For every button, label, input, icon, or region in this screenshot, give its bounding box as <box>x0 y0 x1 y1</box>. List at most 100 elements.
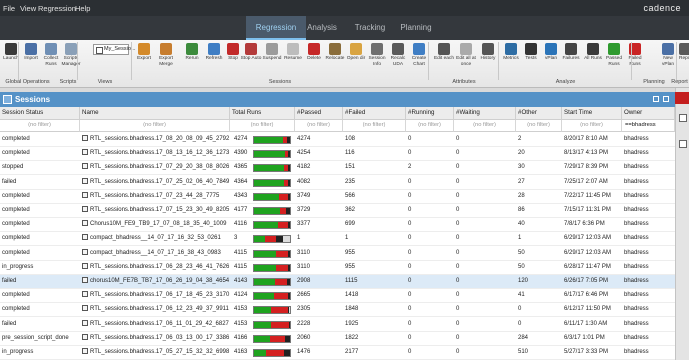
filter-cell[interactable]: (no filter) <box>230 120 295 132</box>
cell-owner: bhadress <box>622 332 675 346</box>
failed-fill <box>274 293 288 300</box>
collect-runs-button[interactable]: Collect Runs <box>40 42 62 76</box>
cell-start: 6/3/17 1:01 PM <box>562 332 622 346</box>
table-row[interactable]: completed compact_bhadress__14_07_17_16_3… <box>0 247 675 261</box>
reports-button[interactable]: Reports <box>679 42 689 76</box>
column-header-other[interactable]: #Other <box>516 107 562 120</box>
group-label: Report <box>671 79 688 85</box>
scripts-manager-button[interactable]: Scripts Manager <box>60 42 82 76</box>
group-label: Attributes <box>452 79 476 85</box>
cell-text: 4274 <box>234 136 248 142</box>
cell-start: 8/20/17 8:10 AM <box>562 133 622 147</box>
cell-text: 0 <box>408 136 412 142</box>
cell-text: 4153 <box>234 320 248 327</box>
edit-each-button[interactable]: Edit each <box>433 42 455 76</box>
filter-cell[interactable]: (no filter) <box>406 120 454 132</box>
column-header-failed[interactable]: #Failed <box>343 107 406 120</box>
history-button[interactable]: History <box>477 42 499 76</box>
cell-name: Chorus10M_FE9_TB9_17_07_08_18_35_40_1009 <box>80 218 230 232</box>
column-header-owner[interactable]: Owner <box>622 107 675 120</box>
column-header-name[interactable]: Name <box>80 107 230 120</box>
export-button[interactable]: Export <box>133 42 155 76</box>
export-merge-button[interactable]: Export Merge <box>155 42 177 76</box>
table-row[interactable]: completed RTL_sessions.bhadress.17_06_17_… <box>0 289 675 304</box>
rail-view-icon[interactable] <box>679 114 687 122</box>
passed-fill <box>254 151 285 158</box>
table-row[interactable]: completed RTL_sessions.bhadress.17_07_23_… <box>0 190 675 204</box>
views-select[interactable]: My_Sessio... <box>93 44 135 55</box>
filter-cell[interactable]: (no filter) <box>80 120 230 132</box>
table-row[interactable]: completed Chorus10M_FE9_TB9_17_07_08_18_3… <box>0 218 675 233</box>
progress-bar <box>253 150 291 159</box>
rerun-button[interactable]: Rerun <box>181 42 203 76</box>
edit-all-at-once-button[interactable]: Edit all at once <box>455 42 477 76</box>
delete-button[interactable]: Delete <box>303 42 325 76</box>
filter-cell[interactable]: (no filter) <box>0 120 80 132</box>
table-row[interactable]: failed RTL_sessions.bhadress.17_07_25_02_… <box>0 176 675 190</box>
cell-text: RTL_sessions.bhadress.17_06_03_13_00_17_… <box>90 334 230 341</box>
tab-planning[interactable]: Planning <box>386 16 446 40</box>
column-header-passed[interactable]: #Passed <box>295 107 343 120</box>
table-row[interactable]: completed RTL_sessions.bhadress.17_07_15_… <box>0 204 675 218</box>
stop-auto-button[interactable]: Stop Auto <box>240 42 262 76</box>
cell-other: 2 <box>516 133 562 147</box>
column-header-start-time[interactable]: Start Time <box>562 107 622 120</box>
create-chart-button[interactable]: Create Chart <box>408 42 430 76</box>
all-runs-button[interactable]: All Runs <box>582 42 604 76</box>
table-row[interactable]: completed RTL_sessions.bhadress.17_06_12_… <box>0 303 675 318</box>
table-row[interactable]: stopped RTL_sessions.bhadress.17_07_29_20… <box>0 161 675 176</box>
metrics-button[interactable]: Metrics <box>500 42 522 76</box>
cell-text: 4082 <box>297 178 311 185</box>
suspend-button[interactable]: Suspend <box>261 42 283 76</box>
table-row[interactable]: completed compact_bhadress__14_07_17_16_3… <box>0 232 675 247</box>
filter-cell[interactable]: (no filter) <box>516 120 562 132</box>
filter-cell[interactable]: ==bhadress <box>622 120 675 132</box>
cell-fail: 1925 <box>343 318 406 332</box>
cell-text: bhadress <box>624 150 649 157</box>
filter-cell[interactable]: (no filter) <box>295 120 343 132</box>
other-fill <box>288 165 290 172</box>
column-header-session-status[interactable]: Session Status <box>0 107 80 120</box>
column-header-total-runs[interactable]: Total Runs <box>230 107 295 120</box>
rail-collapse-icon[interactable] <box>675 92 689 104</box>
vplan-button[interactable]: vPlan <box>540 42 562 76</box>
cell-text: RTL_sessions.bhadress.17_08_13_16_12_36_… <box>90 150 230 157</box>
sessions-grid: Session Status Name Total Runs #Passed #Fail… <box>0 107 675 360</box>
table-row[interactable]: completed RTL_sessions.bhadress.17_08_20_… <box>0 133 675 147</box>
table-row[interactable]: failed RTL_sessions.bhadress.17_06_11_01_… <box>0 318 675 332</box>
cell-name: chorus10M_FE7B_TB7_17_06_26_19_04_38_465… <box>80 275 230 289</box>
cell-text: 4254 <box>297 150 311 157</box>
panel-float-icon[interactable] <box>653 96 659 102</box>
table-row[interactable]: failed chorus10M_FE7B_TB7_17_06_26_19_04_… <box>0 275 675 289</box>
tests-button[interactable]: Tests <box>520 42 542 76</box>
menu-item-regression[interactable]: Regression <box>38 4 76 13</box>
session-info-button[interactable]: Session Info <box>366 42 388 76</box>
filter-cell[interactable]: (no filter) <box>454 120 516 132</box>
rail-grid-icon[interactable] <box>679 140 687 148</box>
filter-cell[interactable]: (no filter) <box>562 120 622 132</box>
recalc-uda-button[interactable]: Recalc UDA <box>387 42 409 76</box>
cell-text: completed <box>2 235 30 242</box>
filter-cell[interactable]: (no filter) <box>343 120 406 132</box>
cell-text: bhadress <box>624 207 649 213</box>
import-button[interactable]: Import <box>20 42 42 76</box>
menu-item-file[interactable]: File <box>3 4 15 13</box>
failures-button[interactable]: Failures <box>560 42 582 76</box>
table-row[interactable]: in_progress RTL_sessions.bhadress.17_06_2… <box>0 261 675 275</box>
panel-maximize-icon[interactable] <box>663 96 669 102</box>
menu-item-help[interactable]: Help <box>75 4 90 13</box>
column-header-running[interactable]: #Running <box>406 107 454 120</box>
menu-item-view[interactable]: View <box>20 4 36 13</box>
relocate-button[interactable]: Relocate <box>324 42 346 76</box>
column-header-waiting[interactable]: #Waiting <box>454 107 516 120</box>
table-row[interactable]: pre_session_script_done RTL_sessions.bhad… <box>0 332 675 346</box>
open-dir-button[interactable]: Open dir <box>345 42 367 76</box>
failed-runs-button[interactable]: Failed Runs <box>624 42 646 76</box>
passed-fill <box>254 321 271 328</box>
table-row[interactable]: in_progress RTL_sessions.bhadress.17_05_2… <box>0 346 675 360</box>
table-row[interactable]: completed RTL_sessions.bhadress.17_08_13_… <box>0 147 675 162</box>
resume-button[interactable]: Resume <box>282 42 304 76</box>
cell-name: RTL_sessions.bhadress.17_05_27_15_32_32_… <box>80 346 230 360</box>
passed-runs-button[interactable]: Passed Runs <box>603 42 625 76</box>
cell-start: 6/28/17 11:47 PM <box>562 261 622 275</box>
